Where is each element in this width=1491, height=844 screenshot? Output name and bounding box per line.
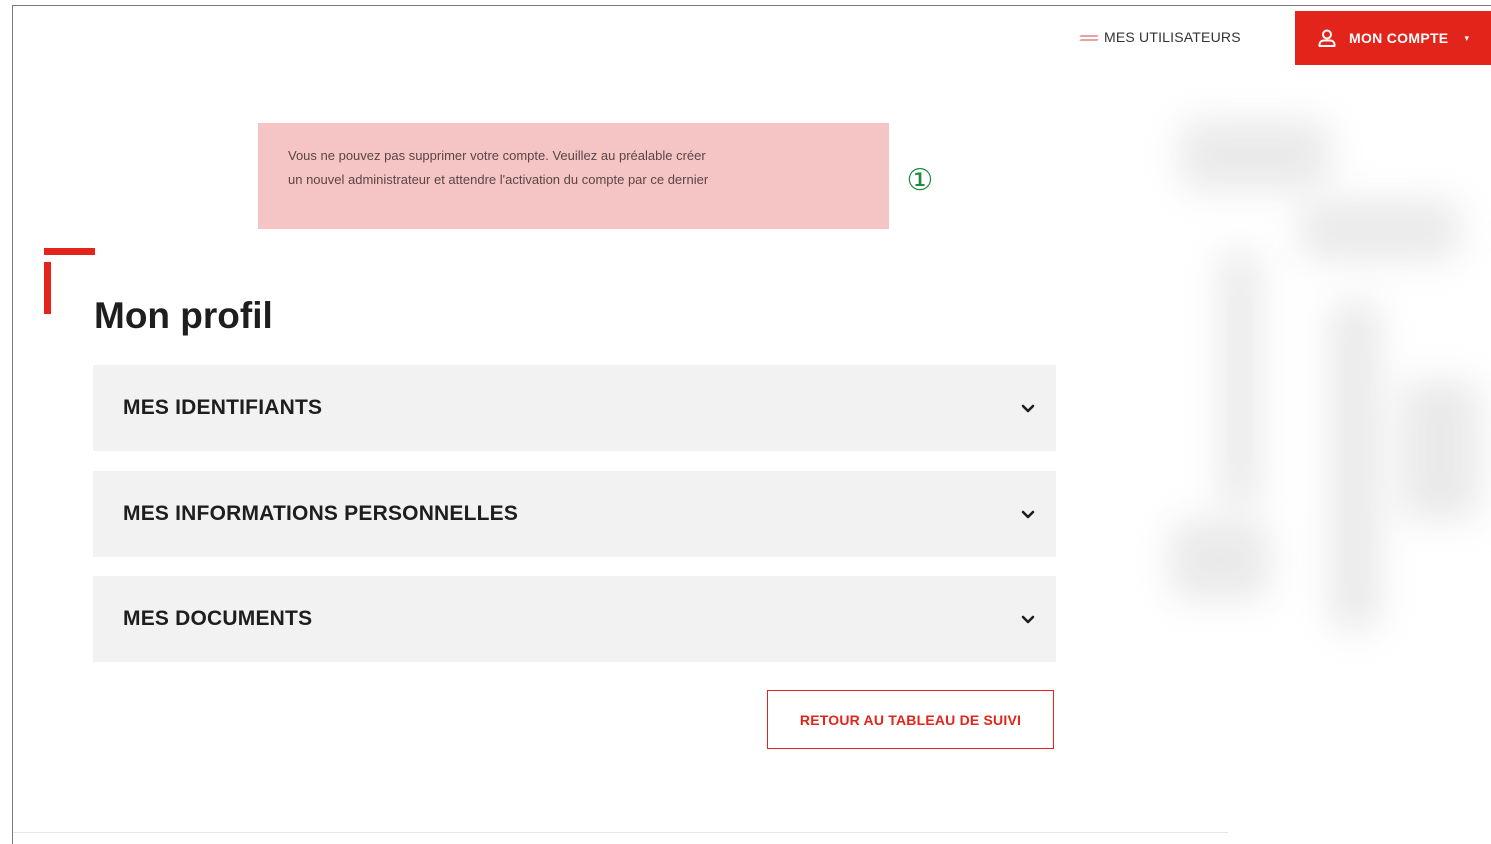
background-decoration bbox=[1160, 80, 1491, 680]
page-title: Mon profil bbox=[94, 295, 273, 336]
users-icon bbox=[1080, 32, 1098, 42]
frame-left-border bbox=[12, 5, 13, 844]
error-alert: Vous ne pouvez pas supprimer votre compt… bbox=[258, 123, 889, 229]
nav-link-users[interactable]: MES UTILISATEURS bbox=[1080, 26, 1241, 48]
accordion-identifiants[interactable]: MES IDENTIFIANTS bbox=[93, 365, 1056, 451]
chevron-down-icon bbox=[1018, 504, 1038, 524]
frame-top-border bbox=[12, 5, 1491, 6]
caret-down-icon: ▾ bbox=[1464, 32, 1470, 43]
nav-link-users-label: MES UTILISATEURS bbox=[1104, 29, 1241, 45]
chevron-down-icon bbox=[1018, 609, 1038, 629]
back-to-dashboard-button[interactable]: RETOUR AU TABLEAU DE SUIVI bbox=[767, 690, 1054, 749]
account-menu-button[interactable]: MON COMPTE ▾ bbox=[1295, 11, 1491, 65]
chevron-down-icon bbox=[1018, 398, 1038, 418]
title-accent-horizontal bbox=[44, 248, 95, 255]
alert-line-2: un nouvel administrateur et attendre l'a… bbox=[288, 172, 709, 187]
accordion-informations-personnelles[interactable]: MES INFORMATIONS PERSONNELLES bbox=[93, 471, 1056, 557]
accordion-documents[interactable]: MES DOCUMENTS bbox=[93, 576, 1056, 662]
footer-divider bbox=[13, 832, 1228, 833]
alert-line-1: Vous ne pouvez pas supprimer votre compt… bbox=[288, 148, 706, 163]
accordion-label: MES DOCUMENTS bbox=[123, 607, 313, 630]
account-menu-label: MON COMPTE bbox=[1349, 30, 1449, 46]
accordion-label: MES INFORMATIONS PERSONNELLES bbox=[123, 502, 519, 525]
annotation-marker: ① bbox=[906, 163, 934, 198]
title-accent-vertical bbox=[44, 262, 51, 314]
user-icon bbox=[1317, 28, 1337, 48]
accordion-label: MES IDENTIFIANTS bbox=[123, 396, 323, 419]
